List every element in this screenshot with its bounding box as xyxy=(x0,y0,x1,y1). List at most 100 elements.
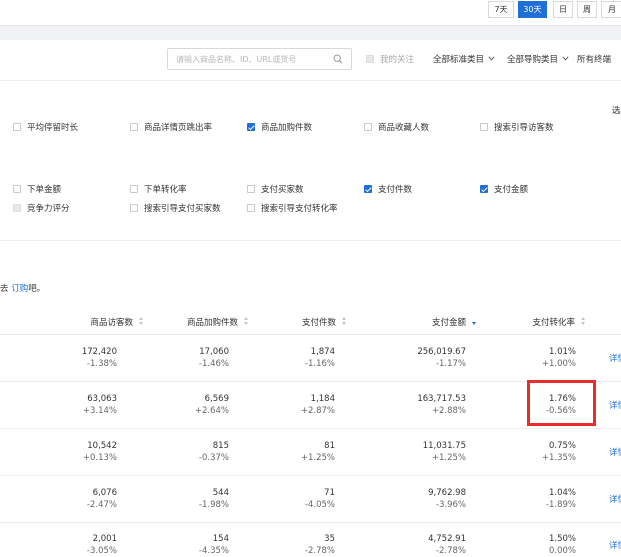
cell-units: 81+1.25% xyxy=(301,440,335,464)
cell-amount: 163,717.53+2.88% xyxy=(417,393,466,417)
metric-search-pay-buyers[interactable]: 搜索引导支付买家数 xyxy=(130,202,221,214)
checkbox-box[interactable] xyxy=(130,123,138,131)
col-pay-units[interactable]: 支付件数 xyxy=(302,316,347,328)
metric-cart-units[interactable]: 商品加购件数 xyxy=(247,121,312,133)
subscribe-link[interactable]: 订购 xyxy=(11,284,28,294)
top-bar: 7天 30天 日 周 月 xyxy=(0,0,621,26)
metric-competitiveness: 竞争力评分 xyxy=(13,202,70,214)
detail-link[interactable]: 详情 xyxy=(609,352,621,364)
metric-favorites[interactable]: 商品收藏人数 xyxy=(364,121,429,133)
nav-category-dropdown[interactable]: 全部导购类目 xyxy=(507,53,569,65)
cell-amount: 256,019.67-1.17% xyxy=(417,346,466,370)
cell-visitors: 2,001-3.05% xyxy=(87,533,117,557)
cell-units: 35-2.78% xyxy=(305,533,335,557)
sort-desc-icon[interactable] xyxy=(472,317,477,326)
detail-link[interactable]: 详情 xyxy=(609,493,621,505)
cell-amount: 9,762.98-3.96% xyxy=(428,487,466,511)
metric-label: 商品收藏人数 xyxy=(378,123,429,133)
col-pay-conversion[interactable]: 支付转化率 xyxy=(532,316,586,328)
metric-label: 搜索引导支付买家数 xyxy=(144,204,221,214)
table-row: 6,076-2.47% 544-1.98% 71-4.05% 9,762.98-… xyxy=(0,476,621,523)
metric-label: 搜索引导访客数 xyxy=(494,123,554,133)
checkbox-box[interactable] xyxy=(480,123,488,131)
metric-search-visitors[interactable]: 搜索引导访客数 xyxy=(480,121,554,133)
checkbox-box-disabled xyxy=(13,204,21,212)
metric-order-amount[interactable]: 下单金额 xyxy=(13,183,61,195)
metric-label: 下单金额 xyxy=(27,185,61,195)
checkbox-box-checked[interactable] xyxy=(247,123,255,131)
table-row: 172,420-1.38% 17,060-1.46% 1,874-1.16% 2… xyxy=(0,335,621,382)
metric-label: 商品详情页跳出率 xyxy=(144,123,212,133)
terminal-dropdown[interactable]: 所有终端 xyxy=(577,53,611,65)
divider xyxy=(0,80,621,81)
metric-order-conversion[interactable]: 下单转化率 xyxy=(130,183,187,195)
metric-pay-amount[interactable]: 支付金额 xyxy=(480,183,528,195)
chevron-down-icon xyxy=(488,56,495,61)
sort-icon[interactable] xyxy=(244,317,249,326)
detail-link[interactable]: 详情 xyxy=(609,399,621,411)
col-visitors[interactable]: 商品访客数 xyxy=(90,316,144,328)
metric-pay-buyers[interactable]: 支付买家数 xyxy=(247,183,304,195)
note-suffix: 吧。 xyxy=(28,284,45,294)
checkbox-box[interactable] xyxy=(366,55,374,63)
checkbox-box[interactable] xyxy=(13,185,21,193)
metric-label: 支付金额 xyxy=(494,185,528,195)
subscribe-note: 去 订购吧。 xyxy=(0,282,45,294)
cell-cart: 154-4.35% xyxy=(199,533,229,557)
metric-label: 商品加购件数 xyxy=(261,123,312,133)
note-prefix: 去 xyxy=(0,284,11,294)
col-cart-units[interactable]: 商品加购件数 xyxy=(187,316,249,328)
detail-link[interactable]: 详情 xyxy=(609,446,621,458)
metric-label: 平均停留时长 xyxy=(27,123,78,133)
checkbox-box[interactable] xyxy=(364,123,372,131)
checkbox-box[interactable] xyxy=(13,123,21,131)
cell-units: 1,874-1.16% xyxy=(305,346,335,370)
metric-avg-stay[interactable]: 平均停留时长 xyxy=(13,121,78,133)
my-follow-checkbox[interactable]: 我的关注 xyxy=(366,53,414,65)
tab-day[interactable]: 日 xyxy=(553,1,573,18)
table-row: 10,542+0.13% 815-0.37% 81+1.25% 11,031.7… xyxy=(0,429,621,476)
std-category-dropdown[interactable]: 全部标准类目 xyxy=(433,53,495,65)
checkbox-box[interactable] xyxy=(130,185,138,193)
cell-visitors: 172,420-1.38% xyxy=(82,346,117,370)
search-input[interactable]: 请输入商品名称、ID、URL或货号 xyxy=(167,48,352,70)
checkbox-box[interactable] xyxy=(247,185,255,193)
checkbox-box[interactable] xyxy=(130,204,138,212)
tab-month[interactable]: 月 xyxy=(601,1,621,18)
table-header: 商品访客数 商品加购件数 支付件数 支付金额 支付转化率 xyxy=(0,307,621,335)
cell-cart: 17,060-1.46% xyxy=(199,346,229,370)
sort-icon[interactable] xyxy=(342,317,347,326)
cell-conversion: 1.04%-1.89% xyxy=(546,487,576,511)
cell-units: 71-4.05% xyxy=(305,487,335,511)
cell-conversion: 0.75%+1.35% xyxy=(542,440,576,464)
tab-30-days[interactable]: 30天 xyxy=(518,1,547,18)
metric-label: 支付件数 xyxy=(378,185,412,195)
cell-visitors: 10,542+0.13% xyxy=(83,440,117,464)
metric-label: 搜索引导支付转化率 xyxy=(261,204,338,214)
cell-cart: 544-1.98% xyxy=(199,487,229,511)
checkbox-box-checked[interactable] xyxy=(364,185,372,193)
search-icon[interactable] xyxy=(333,54,343,64)
metric-label: 支付买家数 xyxy=(261,185,304,195)
detail-link[interactable]: 详情 xyxy=(609,539,621,551)
divider xyxy=(0,240,621,241)
checkbox-box[interactable] xyxy=(247,204,255,212)
col-pay-amount[interactable]: 支付金额 xyxy=(432,316,477,328)
metric-pay-units[interactable]: 支付件数 xyxy=(364,183,412,195)
checkbox-box-checked[interactable] xyxy=(480,185,488,193)
sort-icon[interactable] xyxy=(139,317,144,326)
tab-week[interactable]: 周 xyxy=(577,1,597,18)
metric-label: 竞争力评分 xyxy=(27,204,70,214)
nav-category-label: 全部导购类目 xyxy=(507,55,558,65)
section-gap xyxy=(0,26,621,40)
tab-7-days[interactable]: 7天 xyxy=(488,1,514,18)
metrics-selected-label: 选 xyxy=(612,104,621,116)
metric-search-pay-conversion[interactable]: 搜索引导支付转化率 xyxy=(247,202,338,214)
my-follow-label: 我的关注 xyxy=(380,55,414,65)
cell-conversion: 1.50%0.00% xyxy=(549,533,576,557)
metric-detail-bounce[interactable]: 商品详情页跳出率 xyxy=(130,121,212,133)
cell-visitors: 63,063+3.14% xyxy=(83,393,117,417)
sort-icon[interactable] xyxy=(581,317,586,326)
highlight-box xyxy=(527,380,596,426)
cell-units: 1,184+2.87% xyxy=(301,393,335,417)
